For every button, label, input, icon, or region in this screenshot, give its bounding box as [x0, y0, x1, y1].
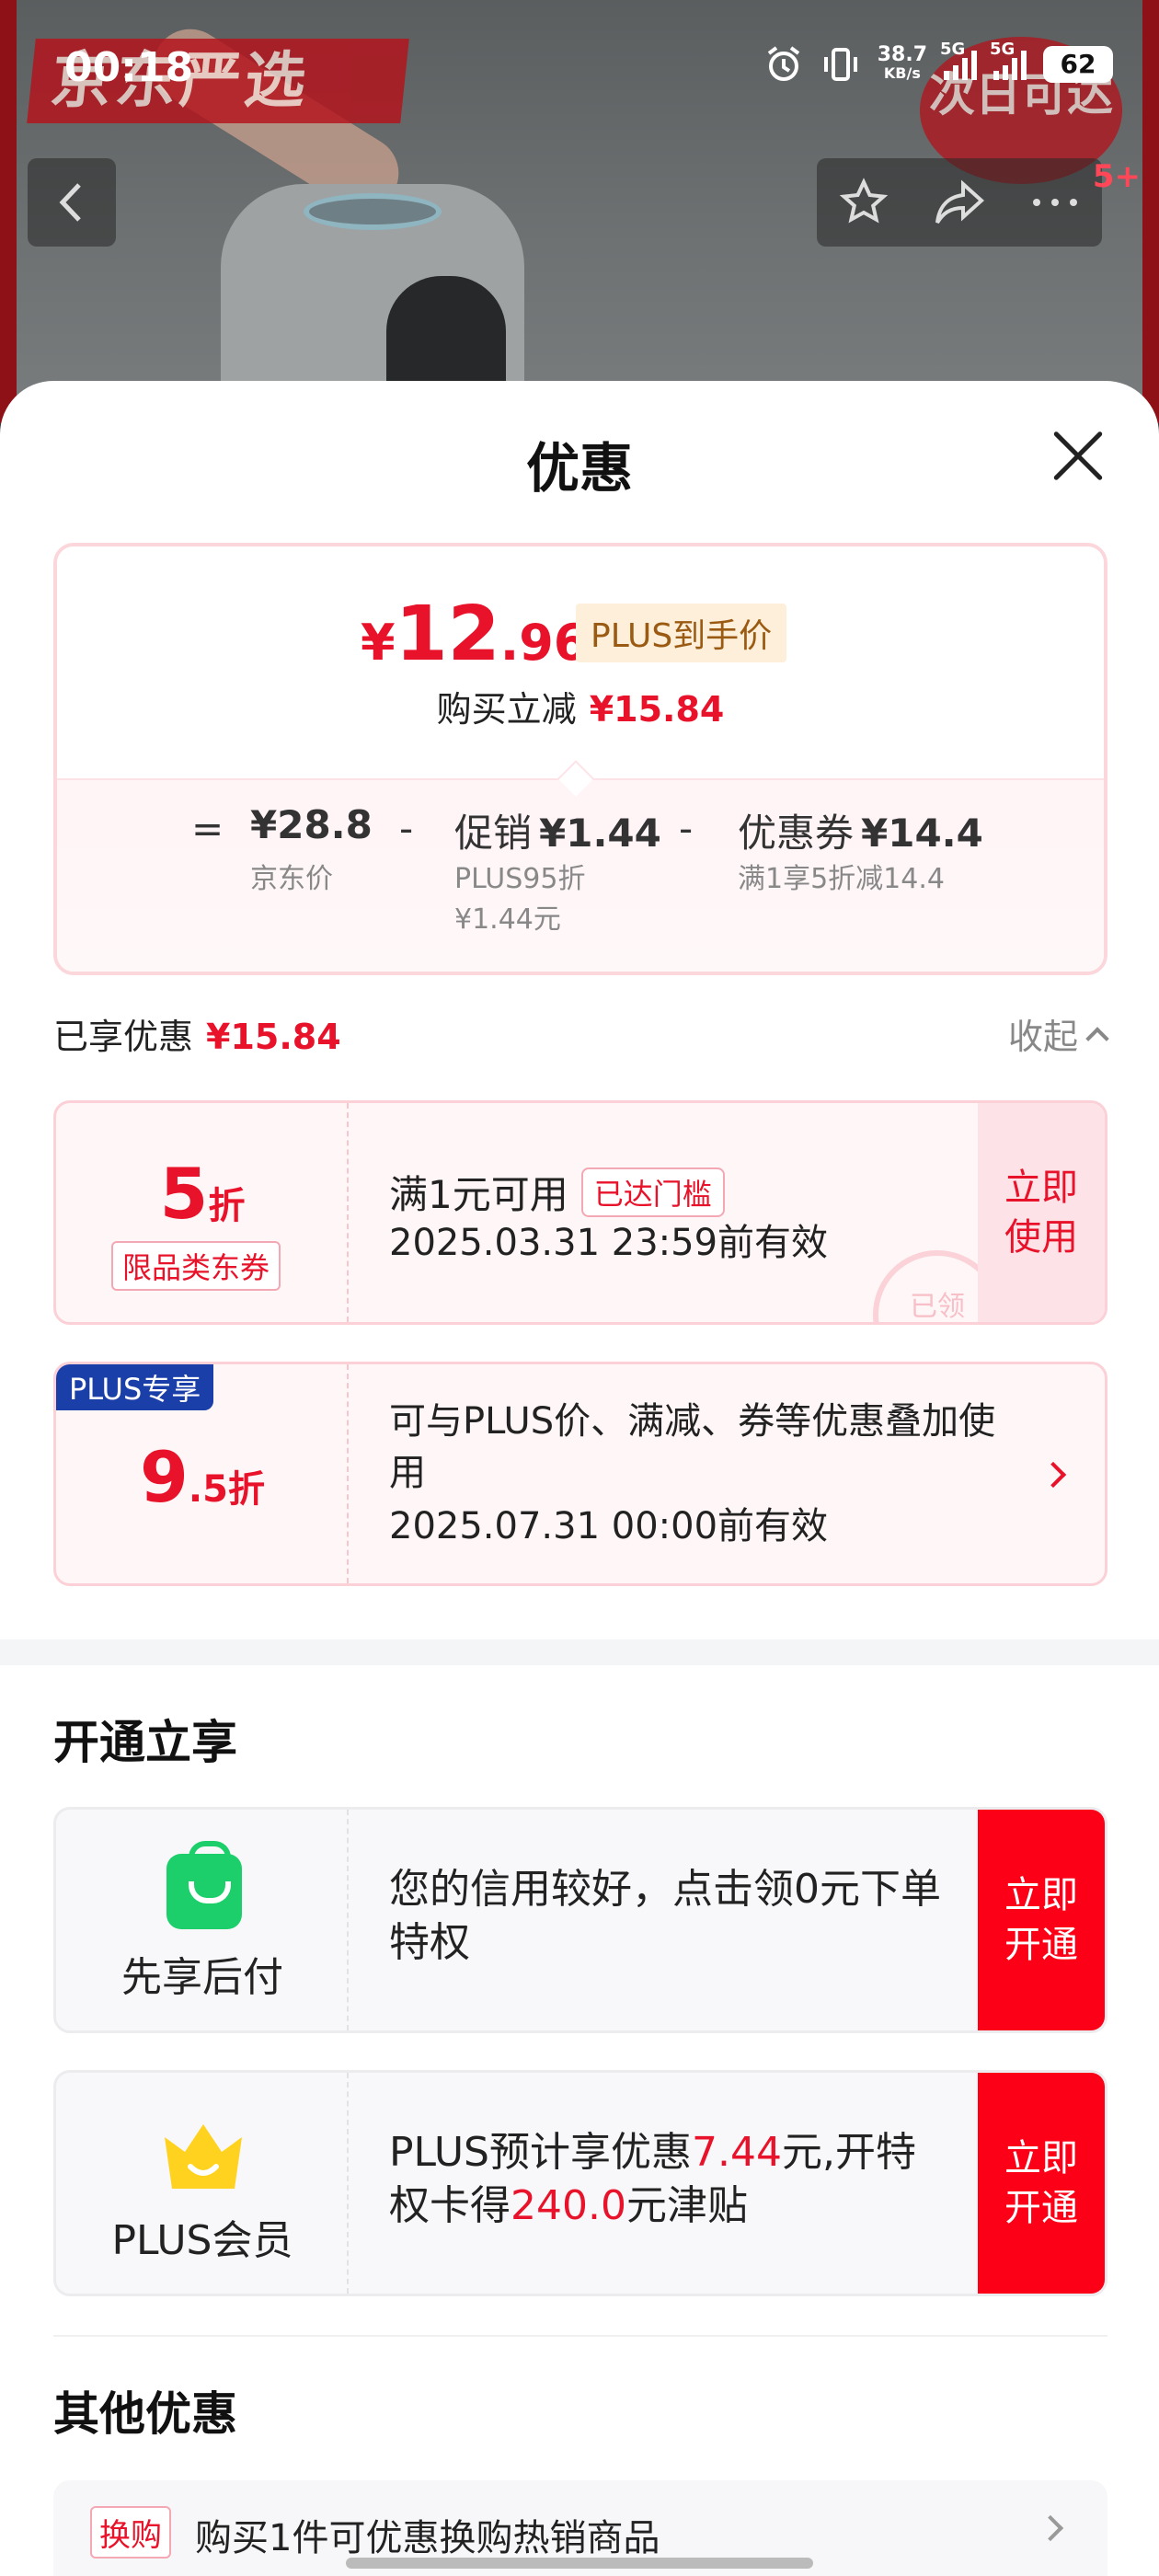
sheet-title: 优惠	[525, 437, 633, 500]
other-section-title: 其他优惠	[53, 2387, 237, 2441]
shopping-bag-icon	[166, 1841, 242, 1929]
chevron-up-icon	[1085, 1026, 1109, 1051]
plus-member-card: PLUS会员 PLUS预计享优惠7.44元,开特权卡得240.0元津贴 立即开通	[53, 2070, 1107, 2296]
net-speed-unit: KB/s	[883, 64, 921, 82]
discount-number: 9	[140, 1436, 189, 1518]
instant-reduction: 购买立减 ¥15.84	[57, 681, 1104, 731]
open-section-title: 开通立享	[53, 1716, 237, 1769]
open-now-label: 立即开通	[1004, 2137, 1078, 2229]
promo-value: 促销 ¥1.44	[454, 802, 661, 858]
collapse-label: 收起	[1007, 1017, 1078, 1057]
price-summary-card: ¥ 12 .96 PLUS到手价 购买立减 ¥15.84 = ¥28.8 京东价 …	[53, 543, 1107, 975]
coupon-value: 优惠券 ¥14.4	[738, 802, 983, 858]
desc-amount-1: 7.44	[692, 2129, 782, 2176]
battery-icon: 62	[1043, 46, 1113, 83]
final-price: ¥ 12 .96	[361, 591, 588, 678]
coupon-title: 可与PLUS价、满减、券等优惠叠加使用	[389, 1400, 996, 1494]
chevron-right-icon	[1039, 1461, 1067, 1489]
price-currency: ¥	[361, 614, 396, 672]
status-bar: 00:18 38.7 KB/s 5G 5G 62	[0, 0, 1159, 138]
status-time: 00:18	[64, 44, 194, 91]
collapse-toggle[interactable]: 收起	[1007, 1008, 1109, 1059]
price-integer: 12	[395, 591, 500, 678]
trade-in-tag: 换购	[90, 2506, 171, 2559]
signal-1: 5G	[940, 40, 977, 80]
pay-later-card: 先享后付 您的信用较好，点击领0元下单特权 立即开通	[53, 1807, 1107, 2033]
plus-member-left: PLUS会员	[56, 2073, 349, 2294]
coupon-title: 满1元可用	[389, 1172, 568, 1217]
coupon-validity: 2025.03.31 23:59前有效	[389, 1222, 829, 1264]
desc-pre: PLUS预计享优惠	[389, 2129, 692, 2176]
back-button[interactable]	[28, 158, 116, 247]
use-now-button[interactable]: 立即使用	[978, 1103, 1105, 1322]
desc-post: 元津贴	[625, 2182, 748, 2229]
status-icons: 38.7 KB/s 5G 5G 62	[763, 40, 1113, 85]
pay-later-left: 先享后付	[56, 1810, 349, 2030]
share-icon[interactable]	[932, 177, 987, 228]
plus-member-label: PLUS会员	[111, 2217, 293, 2264]
coupon-validity: 2025.07.31 00:00前有效	[389, 1505, 829, 1547]
coupon-type: 限品类东券	[111, 1241, 281, 1291]
coupon-discount: 9.5折	[56, 1436, 349, 1518]
plus-price-tag: PLUS到手价	[576, 604, 787, 662]
coupon-card: 5折 限品类东券 满1元可用 已达门槛 2025.03.31 23:59前有效 …	[53, 1100, 1107, 1325]
message-count-badge: 5+	[1092, 158, 1141, 195]
crown-icon	[165, 2124, 242, 2189]
open-now-label: 立即开通	[1004, 1874, 1078, 1966]
discount-number: 5	[159, 1153, 209, 1235]
coupon-sub: 满1享5折减14.4	[738, 863, 945, 895]
promo-label: 促销	[454, 811, 533, 856]
price-top: ¥ 12 .96 PLUS到手价 购买立减 ¥15.84	[57, 546, 1104, 778]
sim1-label: 5G	[940, 40, 966, 59]
vibrate-icon	[823, 48, 857, 81]
home-indicator[interactable]	[346, 2558, 813, 2569]
close-icon[interactable]	[1050, 429, 1106, 484]
star-icon[interactable]	[838, 177, 889, 228]
coupon-label: 优惠券	[738, 811, 855, 856]
minus-sign: -	[399, 806, 414, 851]
net-speed: 38.7 KB/s	[877, 43, 927, 83]
jd-price-label: 京东价	[250, 863, 333, 895]
discount-unit: 折	[208, 1185, 246, 1227]
jd-price-value: ¥28.8	[250, 802, 373, 847]
sim2-label: 5G	[990, 40, 1016, 59]
reduce-amount: ¥15.84	[589, 689, 725, 730]
promo-sub2: ¥1.44元	[454, 903, 561, 936]
open-now-button[interactable]: 立即开通	[978, 2073, 1105, 2294]
pay-later-desc: 您的信用较好，点击领0元下单特权	[389, 1866, 941, 1966]
pay-later-label: 先享后付	[121, 1954, 283, 2001]
chevron-right-icon	[1037, 2514, 1064, 2542]
trade-in-text: 购买1件可优惠换购热销商品	[195, 2517, 660, 2559]
separator	[53, 2335, 1107, 2337]
signal-2: 5G	[990, 40, 1027, 80]
minus-sign: -	[679, 806, 694, 851]
coupon-amount: ¥14.4	[861, 811, 983, 856]
open-now-button[interactable]: 立即开通	[978, 1810, 1105, 2030]
plus-discount-card[interactable]: PLUS专享 9.5折 可与PLUS价、满减、券等优惠叠加使用 2025.07.…	[53, 1362, 1107, 1586]
more-icon[interactable]	[1029, 193, 1081, 212]
coupon-title-row: 满1元可用 已达门槛	[389, 1164, 725, 1220]
section-divider	[0, 1639, 1159, 1665]
reduce-label: 购买立减	[436, 689, 577, 730]
enjoyed-label: 已享优惠	[53, 1017, 194, 1057]
threshold-reached-badge: 已达门槛	[580, 1167, 725, 1217]
use-now-label: 立即使用	[1004, 1167, 1078, 1259]
back-arrow-icon	[59, 183, 81, 222]
desc-amount-2: 240.0	[511, 2182, 626, 2229]
equals-sign: =	[191, 806, 224, 851]
top-actions	[817, 158, 1102, 247]
enjoyed-amount: ¥15.84	[206, 1017, 341, 1057]
enjoyed-discount: 已享优惠 ¥15.84	[53, 1008, 341, 1059]
promo-amount: ¥1.44	[539, 811, 661, 856]
discount-sheet: 优惠 ¥ 12 .96 PLUS到手价 购买立减 ¥15.84 = ¥28.8 京…	[0, 381, 1159, 2576]
discount-unit: .5折	[188, 1468, 265, 1511]
plus-member-desc: PLUS预计享优惠7.44元,开特权卡得240.0元津贴	[389, 2126, 941, 2233]
coupon-discount: 5折	[56, 1153, 349, 1235]
device-button	[304, 193, 442, 230]
net-speed-value: 38.7	[877, 43, 927, 66]
alarm-icon	[767, 46, 799, 81]
promo-sub1: PLUS95折	[454, 863, 586, 895]
plus-exclusive-badge: PLUS专享	[56, 1364, 214, 1410]
